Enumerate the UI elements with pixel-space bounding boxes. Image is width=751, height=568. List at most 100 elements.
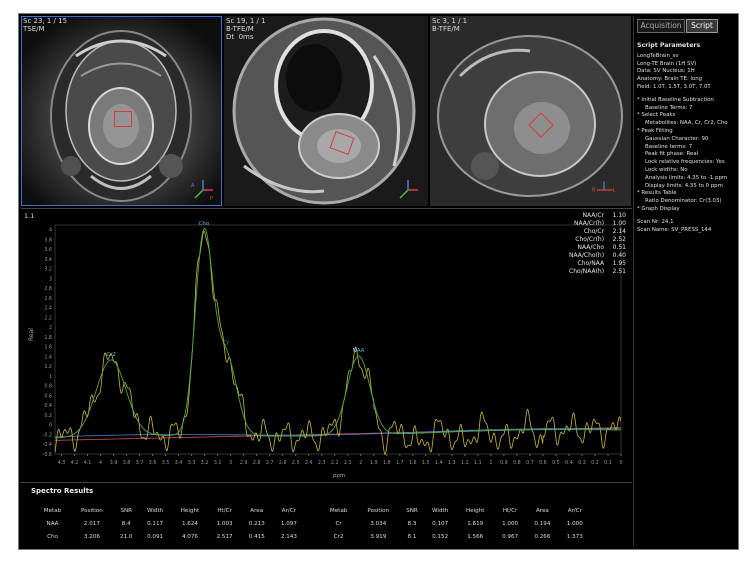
table-row[interactable]: Cr2 3.919 8.1 0.152 1.566 0.967 0.266 1.373 <box>321 531 591 544</box>
x-tick-label: 1.2 <box>461 460 469 466</box>
table-cell: 4.076 <box>181 534 198 540</box>
x-tick-label: 3.4 <box>175 460 183 466</box>
table-cell: 0.117 <box>147 521 164 527</box>
table-cell: 1.003 <box>216 521 233 527</box>
y-tick-label: 4 <box>49 228 52 234</box>
step-head[interactable]: * Graph Display <box>637 206 737 214</box>
results-header-row: Metab Position SNR Width Height Ht/Cr Area Ar/C… <box>35 505 305 518</box>
step-param: Baseline Terms: 7 <box>645 104 693 111</box>
x-tick-label: 3 <box>229 460 232 466</box>
step-param: Display limits: 4.35 to 0 ppm <box>645 182 723 189</box>
column-header: Ar/Cr <box>281 508 297 514</box>
ratio-list: NAA/Cr 1.10 NAA/Cr(h) 1.00 Cho/Cr 2.14 C… <box>569 212 626 276</box>
ratio-row: NAA/Cr 1.10 <box>582 212 626 219</box>
table-row[interactable]: Cho 3.206 21.0 0.091 4.076 2.517 0.415 2.143 <box>35 531 305 544</box>
column-header: Ar/Cr <box>567 508 582 514</box>
orientation-axes-icon: RL <box>592 181 616 194</box>
x-tick-label: 2.9 <box>240 460 248 466</box>
x-tick-label: 1.3 <box>448 460 456 466</box>
y-tick-label: -0.6 <box>43 452 52 458</box>
x-tick-label: 4.1 <box>84 460 92 466</box>
ratio-row: NAA/Cr(h) 1.00 <box>574 220 626 227</box>
column-header: SNR <box>406 508 418 514</box>
y-tick-label: 3 <box>49 276 52 282</box>
table-cell: 1.097 <box>280 521 297 527</box>
x-tick-label: 0.8 <box>513 460 521 466</box>
table-cell: 2.143 <box>280 534 297 540</box>
y-axis-label: Real <box>28 328 35 341</box>
x-tick-label: 3.8 <box>123 460 131 466</box>
tab-acquisition[interactable]: Acquisition <box>637 19 685 33</box>
table-cell: Cr2 <box>333 534 344 540</box>
x-tick-label: 0.1 <box>604 460 612 466</box>
x-tick-label: 3.6 <box>149 460 157 466</box>
step-param: Gaussian Character: 90 <box>645 135 709 142</box>
step-head[interactable]: * Initial Baseline Subtraction <box>637 97 737 105</box>
spectrum-plot[interactable]: 1.1 Real 4 3.8 3.6 3.4 3.2 3 2.8 2.6 2.4 2.2 2 1.8 1… <box>21 208 632 479</box>
column-header: Width <box>431 508 449 514</box>
x-tick-label: 0.9 <box>500 460 508 466</box>
y-tick-label: 2.4 <box>44 306 52 312</box>
y-tick-label: 1.8 <box>44 335 52 341</box>
y-tick-label: 0 <box>49 423 52 429</box>
svg-text:P: P <box>210 196 213 202</box>
y-tick-label: 3.6 <box>44 247 52 253</box>
image-viewport-1[interactable]: Sc 23, 1 / 15 TSE/M AP <box>21 16 222 206</box>
table-cell: 8.1 <box>407 534 417 540</box>
table-cell: 0.152 <box>432 534 449 540</box>
table-cell: 3.034 <box>370 521 387 527</box>
x-tick-label: 2.3 <box>318 460 326 466</box>
x-tick-label: 1.6 <box>409 460 417 466</box>
y-tick-label: 2 <box>49 325 52 331</box>
peak-label[interactable]: Cr2 <box>106 352 116 358</box>
script-line: Field: 1.0T, 1.5T, 3.0T, 7.0T <box>637 83 711 90</box>
x-tick-label: 0.7 <box>526 460 534 466</box>
voxel-roi[interactable] <box>114 111 132 127</box>
x-tick-label: 3.2 <box>201 460 209 466</box>
step-head[interactable]: * Select Peaks <box>637 112 737 120</box>
table-cell: 2.017 <box>83 521 100 527</box>
step-head[interactable]: * Peak Fitting <box>637 128 737 136</box>
y-tick-label: 1.6 <box>44 345 52 351</box>
table-row[interactable]: NAA 2.017 8.4 0.117 1.624 1.003 0.213 1.097 <box>35 518 305 531</box>
y-tick-label: 0.4 <box>44 403 52 409</box>
column-header: Position <box>81 508 103 514</box>
peak-label[interactable]: Cho <box>198 221 209 227</box>
tab-script[interactable]: Script <box>686 19 718 33</box>
table-cell: Cr <box>335 521 342 527</box>
column-header: Metab <box>329 508 348 514</box>
image-viewport-3[interactable]: Sc 3, 1 / 1 B-TFE/M RL <box>430 16 631 206</box>
spectroscopy-viewer: Sc 23, 1 / 15 TSE/M AP Sc 19, 1 / 1 B-TF… <box>18 13 739 550</box>
x-tick-label: 0.5 <box>552 460 560 466</box>
script-parameters: Script Parameters LongTeBrain_sv Long-TE… <box>637 42 737 234</box>
results-title: Spectro Results <box>31 487 94 495</box>
script-line: Data: SV Nucleus: 1H <box>637 68 695 75</box>
table-cell: NAA <box>46 521 59 527</box>
x-tick-label: 3.9 <box>110 460 118 466</box>
peak-label[interactable]: Cr <box>223 341 230 347</box>
table-cell: 1.000 <box>502 521 519 527</box>
svg-text:R: R <box>592 188 596 194</box>
step-head[interactable]: * Results Table <box>637 190 737 198</box>
ratio-row: NAA/Cho(h) 0.40 <box>569 252 626 259</box>
column-header: Ht/Cr <box>502 508 518 514</box>
x-tick-label: 0.6 <box>539 460 547 466</box>
x-tick-label: 1.4 <box>435 460 443 466</box>
table-row[interactable]: Cr 3.034 8.3 0.107 1.619 1.000 0.194 1.000 <box>321 518 591 531</box>
step-param: Metabolites: NAA, Cr, Cr2, Cho <box>645 120 728 127</box>
image-viewport-2[interactable]: Sc 19, 1 / 1 B-TFE/M Dt 0ms <box>224 16 428 206</box>
results-table-right: Metab Position SNR Width Height Ht/Cr Area Ar/C… <box>321 505 591 544</box>
table-cell: 0.194 <box>534 521 551 527</box>
x-tick-label: 3.7 <box>136 460 144 466</box>
x-tick-label: 4.3 <box>58 460 66 466</box>
script-line: Anatomy: Brain TE: long <box>637 76 703 83</box>
column-header: SNR <box>120 508 133 514</box>
table-cell: 0.415 <box>248 534 265 540</box>
peak-label[interactable]: NAA <box>353 348 365 354</box>
x-tick-label: 2 <box>359 460 362 466</box>
spectrum-svg: 1.1 Real 4 3.8 3.6 3.4 3.2 3 2.8 2.6 2.4 2.2 2 1.8 1… <box>24 212 623 479</box>
x-tick-label: 1.5 <box>422 460 430 466</box>
svg-text:A: A <box>191 183 195 189</box>
table-cell: 8.3 <box>407 521 417 527</box>
y-tick-label: -0.4 <box>43 442 52 448</box>
